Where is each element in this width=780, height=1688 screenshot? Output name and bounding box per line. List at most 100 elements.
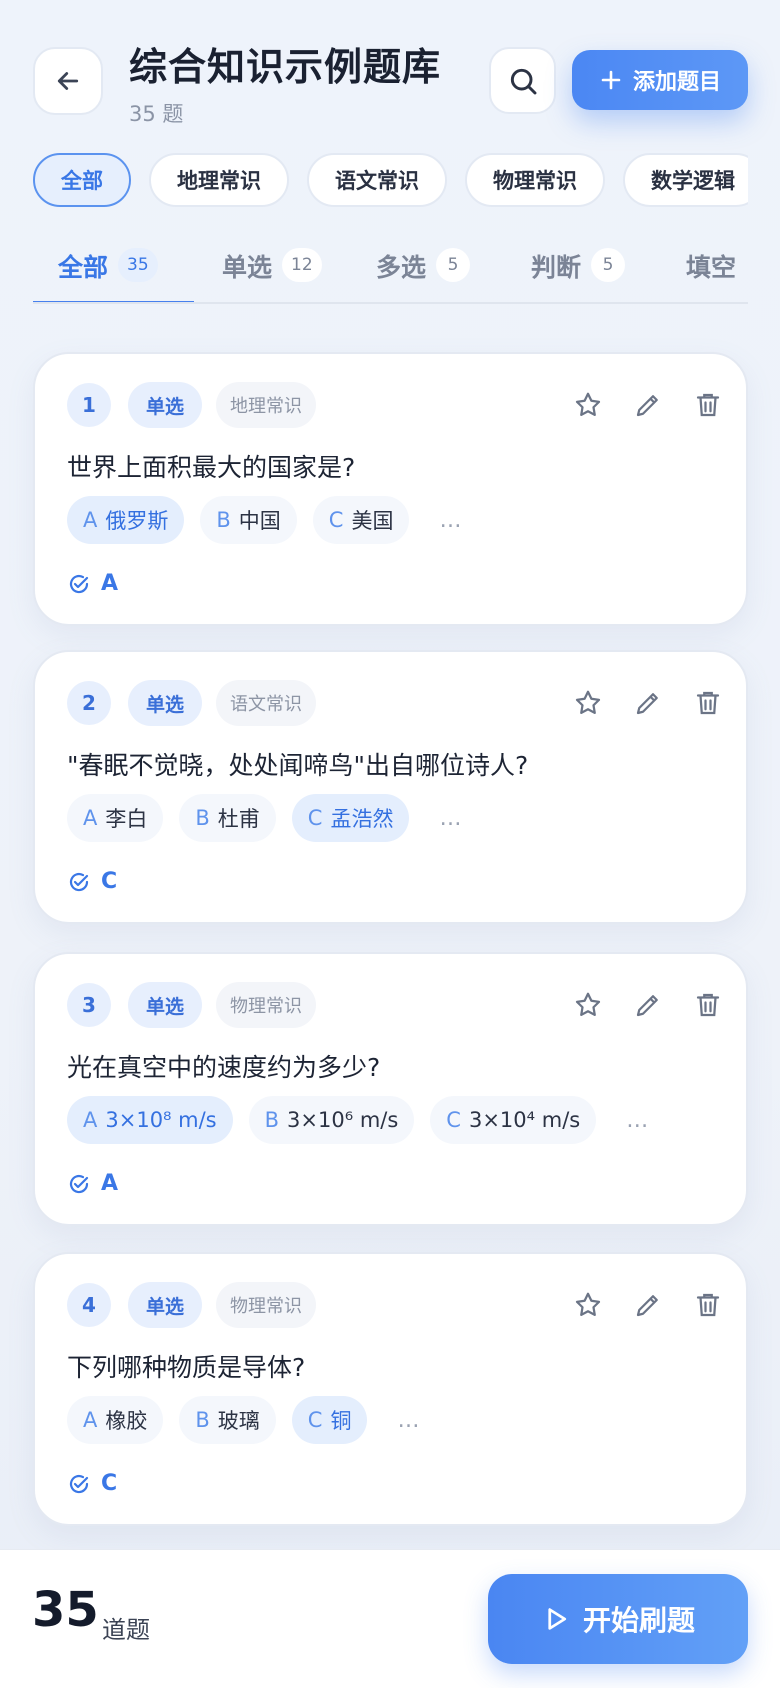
tab-label: 填空 [686,253,737,282]
question-number: 2 [67,681,111,725]
favorite-button[interactable] [569,986,607,1024]
option-letter: A [83,508,98,532]
pencil-icon [636,1295,658,1317]
category-chip-math-logic[interactable]: 数学逻辑 [623,153,748,207]
tab-count-badge: 12 [282,248,322,282]
star-icon [575,1292,601,1316]
delete-button[interactable] [689,386,727,424]
question-category-badge: 物理常识 [216,1282,316,1328]
category-chip-physics[interactable]: 物理常识 [465,153,605,207]
option-letter: C [307,806,323,830]
correct-answer: A [67,571,118,596]
total-unit-label: 道题 [102,1616,150,1644]
tab-fill-blank[interactable]: 填空 [663,232,736,302]
question-card[interactable]: 1 单选 地理常识 世界上面积最大的国家是? A 俄罗斯 B 中国 C 美国 … A [33,352,748,626]
question-text: 下列哪种物质是导体? [67,1353,306,1382]
question-count-subtitle: 35 题 [129,102,184,126]
option-text: 杜甫 [217,807,260,831]
category-chip-geography[interactable]: 地理常识 [149,153,289,207]
star-icon [575,992,601,1016]
question-type-badge: 单选 [128,982,203,1028]
option-chip: A 俄罗斯 [67,496,185,544]
option-text: 铜 [330,1409,352,1433]
edit-button[interactable] [629,1286,667,1324]
question-number: 4 [67,1283,111,1327]
trash-icon [696,691,720,715]
question-type-badge: 单选 [128,1282,203,1328]
option-text: 橡胶 [105,1409,148,1433]
delete-button[interactable] [689,684,727,722]
option-chip: B 玻璃 [179,1396,276,1444]
answer-letter: C [101,1471,118,1496]
delete-button[interactable] [689,1286,727,1324]
check-circle-icon [69,574,89,593]
answer-letter: C [101,869,118,894]
start-practice-label: 开始刷题 [582,1604,695,1637]
option-chip: A 3×10⁸ m/s [67,1096,233,1144]
question-category-badge: 语文常识 [216,680,316,726]
back-button[interactable] [33,47,103,115]
question-type-badge: 单选 [128,680,203,726]
search-icon [510,68,536,94]
trash-icon [696,1293,720,1317]
arrow-left-icon [57,72,79,90]
tab-label: 判断 [531,253,582,282]
edit-button[interactable] [629,986,667,1024]
delete-button[interactable] [689,986,727,1024]
add-question-button[interactable]: 添加题目 [572,50,748,110]
tab-all[interactable]: 全部 35 [33,232,194,302]
question-type-tabs: 全部 35 单选 12 多选 5 判断 5 填空 [33,232,748,304]
question-type-badge: 单选 [128,382,203,428]
correct-answer: C [67,1471,117,1496]
favorite-button[interactable] [569,684,607,722]
option-letter: B [195,806,210,830]
option-letter: A [83,1108,98,1132]
option-chip: C 美国 [312,496,410,544]
question-text: 光在真空中的速度约为多少? [67,1053,381,1082]
question-card[interactable]: 3 单选 物理常识 光在真空中的速度约为多少? A 3×10⁸ m/s B 3×10… [33,952,748,1226]
option-chip: A 李白 [67,794,164,842]
tab-count-badge: 5 [436,248,471,282]
tab-true-false[interactable]: 判断 5 [507,232,663,302]
option-text: 中国 [238,509,281,533]
category-chip-chinese[interactable]: 语文常识 [307,153,447,207]
option-letter: B [264,1108,280,1132]
favorite-button[interactable] [569,1286,607,1324]
option-letter: B [216,508,231,532]
question-category-badge: 物理常识 [216,982,316,1028]
more-options-ellipsis: … [439,805,463,831]
option-text: 3×10⁶ m/s [287,1108,399,1132]
question-number: 3 [67,983,111,1027]
tab-multiple-choice[interactable]: 多选 5 [354,232,507,302]
star-icon [575,392,601,416]
option-chip: B 中国 [200,496,297,544]
more-options-ellipsis: … [397,1407,421,1433]
question-category-badge: 地理常识 [216,382,316,428]
bottom-bar: 35 道题 开始刷题 [0,1549,780,1688]
category-chip-all[interactable]: 全部 [33,153,131,207]
correct-answer: C [67,869,117,894]
question-text: "春眠不觉晓，处处闻啼鸟"出自哪位诗人? [67,751,529,780]
option-letter: A [83,806,98,830]
option-text: 俄罗斯 [105,509,169,533]
option-chip: C 孟浩然 [291,794,410,842]
question-card[interactable]: 4 单选 物理常识 下列哪种物质是导体? A 橡胶 B 玻璃 C铜 … C [33,1252,748,1526]
option-chip: B 3×10⁶ m/s [248,1096,415,1144]
edit-button[interactable] [629,684,667,722]
option-chip: B 杜甫 [179,794,276,842]
search-button[interactable] [489,47,556,114]
question-card[interactable]: 2 单选 语文常识 "春眠不觉晓，处处闻啼鸟"出自哪位诗人? A 李白 B 杜甫 C… [33,650,748,924]
option-list: A 俄罗斯 B 中国 C 美国 … [67,496,462,544]
total-question-count: 35 [32,1582,99,1638]
answer-letter: A [101,1171,119,1196]
start-practice-button[interactable]: 开始刷题 [488,1574,748,1664]
question-number: 1 [67,383,111,427]
edit-button[interactable] [629,386,667,424]
pencil-icon [636,995,658,1017]
option-chip: C铜 [291,1396,368,1444]
tab-label: 单选 [222,253,273,282]
favorite-button[interactable] [569,386,607,424]
tab-single-choice[interactable]: 单选 12 [194,232,354,302]
option-text: 3×10⁸ m/s [105,1108,217,1132]
option-list: A 3×10⁸ m/s B 3×10⁶ m/s C 3×10⁴ m/s … [67,1096,649,1144]
